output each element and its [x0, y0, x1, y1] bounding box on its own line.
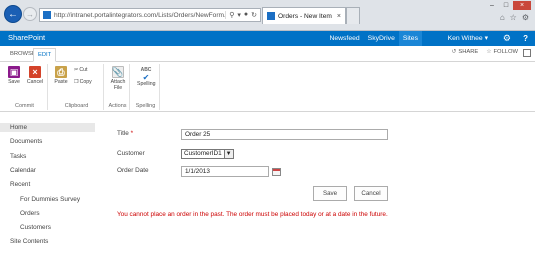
browser-toolbar-icons: ⌂ ☆ ⚙	[500, 13, 529, 22]
ribbon-copy-label: Copy	[79, 79, 92, 85]
commit-group: ▣ Save × Cancel Commit	[2, 64, 48, 110]
cancel-x-icon: ×	[29, 66, 41, 78]
suite-links: Newsfeed SkyDrive Sites	[325, 31, 422, 46]
customer-field-label: Customer	[117, 150, 145, 157]
actions-group-label: Actions	[108, 103, 127, 109]
site-favicon-icon	[43, 11, 51, 19]
settings-gear-icon[interactable]: ⚙	[522, 13, 529, 22]
ribbon-save-label: Save	[8, 79, 20, 85]
spelling-check-icon: ✔	[142, 73, 150, 82]
refresh-icon[interactable]: ↻	[251, 11, 257, 19]
favorites-star-icon[interactable]: ☆	[510, 13, 517, 22]
minimize-icon[interactable]: –	[485, 1, 499, 10]
nav-item-documents[interactable]: Documents	[10, 138, 42, 145]
suite-link-skydrive[interactable]: SkyDrive	[364, 31, 399, 46]
follow-star-icon: ☆	[486, 49, 492, 55]
focus-on-content-icon[interactable]	[523, 49, 531, 57]
ribbon-cut-button[interactable]: ✂ Cut	[74, 67, 87, 73]
spelling-group-label: Spelling	[135, 103, 156, 109]
calendar-icon[interactable]	[272, 168, 281, 176]
save-button[interactable]: Save	[313, 186, 347, 201]
share-icon: ↺	[451, 49, 457, 55]
nav-item-orders[interactable]: Orders	[20, 210, 40, 217]
ribbon-spelling-label: Spelling	[137, 81, 156, 87]
ribbon-copy-button[interactable]: ❐ Copy	[74, 79, 92, 85]
ribbon-paste-label: Paste	[54, 79, 68, 85]
user-menu[interactable]: Ken Withee ▾	[448, 31, 488, 46]
abc-text-icon: ABC	[140, 66, 152, 73]
tab-close-icon[interactable]: ×	[337, 13, 341, 20]
ribbon: ▣ Save × Cancel Commit ⎙ Paste ✂ Cut ❐ C…	[0, 62, 535, 112]
nav-item-site-contents[interactable]: Site Contents	[10, 238, 48, 245]
search-icon[interactable]: ⚲	[229, 11, 234, 19]
attach-file-label-line2: File	[113, 85, 123, 91]
address-bar[interactable]: http://intranet.portalintegrators.com/Li…	[39, 8, 261, 22]
spelling-group: ABC ✔ Spelling Spelling	[132, 64, 160, 110]
sharepoint-brand[interactable]: SharePoint	[8, 33, 45, 42]
nav-item-home[interactable]: Home	[0, 123, 95, 132]
ribbon-paste-button[interactable]: ⎙ Paste	[52, 66, 70, 85]
forward-arrow-icon[interactable]: →	[23, 7, 37, 21]
required-marker: *	[130, 130, 134, 137]
lock-icon[interactable]: ●	[244, 11, 248, 19]
dropdown-icon[interactable]: ▾	[237, 11, 241, 19]
ribbon-cancel-button[interactable]: × Cancel	[26, 66, 44, 85]
window-close-icon[interactable]: ×	[513, 1, 531, 10]
attach-paperclip-icon: 📎	[112, 66, 124, 78]
window-controls: – □ ×	[485, 1, 531, 10]
suite-link-newsfeed[interactable]: Newsfeed	[325, 31, 363, 46]
address-tools: ⚲ ▾ ● ↻	[225, 11, 260, 19]
suite-bar: SharePoint Newsfeed SkyDrive Sites Ken W…	[0, 31, 535, 46]
paste-clipboard-icon: ⎙	[55, 66, 67, 78]
ribbon-save-button[interactable]: ▣ Save	[5, 66, 23, 85]
ribbon-tabs: BROWSE EDIT ↺ SHARE ☆ FOLLOW	[0, 46, 535, 62]
actions-group: 📎 Attach File Actions	[106, 64, 130, 110]
back-arrow-icon[interactable]: ←	[4, 5, 22, 23]
ribbon-cut-label: Cut	[79, 67, 88, 73]
follow-label: FOLLOW	[493, 49, 518, 55]
title-field-label: Title *	[117, 130, 133, 137]
commit-group-label: Commit	[15, 103, 34, 109]
customer-select-value: CustomerID1	[184, 150, 222, 157]
title-input[interactable]: Order 25	[181, 129, 388, 140]
maximize-icon[interactable]: □	[499, 1, 513, 10]
error-message: You cannot place an order in the past. T…	[117, 211, 388, 218]
clipboard-group-label: Clipboard	[64, 103, 89, 109]
share-button[interactable]: ↺ SHARE	[451, 49, 478, 55]
suite-link-sites[interactable]: Sites	[398, 31, 422, 46]
new-tab-button[interactable]	[346, 7, 360, 24]
save-disk-icon: ▣	[8, 66, 20, 78]
ribbon-attach-file-button[interactable]: 📎 Attach File	[109, 66, 127, 91]
help-icon[interactable]: ?	[523, 31, 528, 46]
social-actions: ↺ SHARE ☆ FOLLOW	[451, 49, 518, 55]
nav-item-customers[interactable]: Customers	[20, 224, 51, 231]
browser-tab[interactable]: Orders - New Item ×	[262, 7, 346, 24]
chevron-down-icon: ▼	[223, 150, 233, 158]
tab-edit[interactable]: EDIT	[33, 48, 57, 62]
cancel-button[interactable]: Cancel	[354, 186, 388, 201]
customer-select[interactable]: CustomerID1 ▼	[181, 149, 234, 159]
nav-item-calendar[interactable]: Calendar	[10, 167, 36, 174]
follow-button[interactable]: ☆ FOLLOW	[486, 49, 518, 55]
tab-favicon-icon	[267, 12, 275, 20]
nav-item-tasks[interactable]: Tasks	[10, 153, 26, 160]
ribbon-cancel-label: Cancel	[26, 79, 44, 85]
ribbon-spelling-button[interactable]: ABC ✔ Spelling	[137, 66, 156, 88]
address-url: http://intranet.portalintegrators.com/Li…	[54, 11, 226, 19]
browser-chrome: ← → http://intranet.portalintegrators.co…	[0, 0, 535, 31]
clipboard-group: ⎙ Paste ✂ Cut ❐ Copy Clipboard	[50, 64, 104, 110]
settings-gear-icon[interactable]: ⚙	[503, 31, 511, 46]
nav-item-recent[interactable]: Recent	[10, 181, 30, 188]
title-label-text: Title	[117, 130, 129, 137]
nav-item-for-dummies-survey[interactable]: For Dummies Survey	[20, 196, 80, 203]
copy-icon: ❐	[74, 79, 79, 85]
share-label: SHARE	[458, 49, 479, 55]
home-icon[interactable]: ⌂	[500, 13, 505, 22]
cut-scissors-icon: ✂	[74, 67, 79, 73]
tab-title: Orders - New Item	[278, 12, 332, 20]
order-date-field-label: Order Date	[117, 167, 149, 174]
order-date-input[interactable]: 1/1/2013	[181, 166, 269, 177]
